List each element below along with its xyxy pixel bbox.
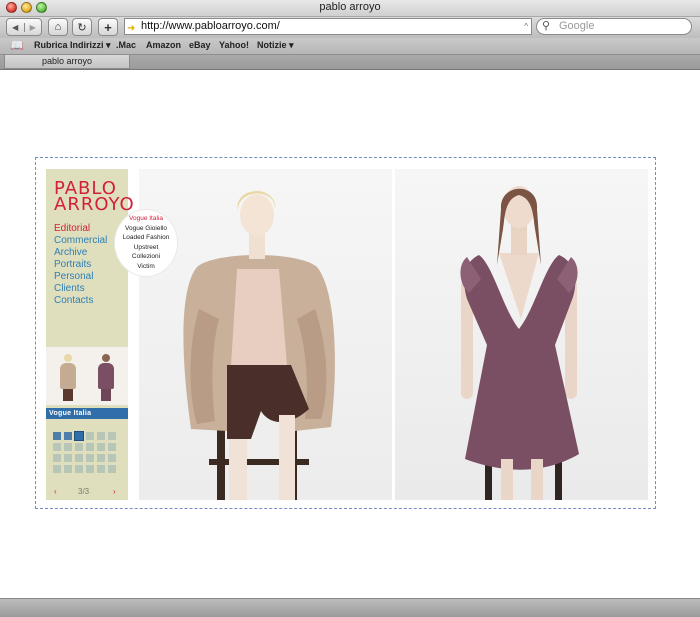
home-icon: ⌂ [54, 21, 62, 33]
grid-cell [75, 443, 83, 451]
bookmark-yahoo[interactable]: Yahoo! [219, 40, 249, 50]
grid-cell [97, 454, 105, 462]
grid-cell [64, 443, 72, 451]
browser-toolbar: ◀ ▶ ⌂ ↻ + ➜ http://www.pabloarroyo.com/ … [0, 17, 700, 38]
tab-pablo-arroyo[interactable]: pablo arroyo [4, 55, 130, 69]
bookmarks-bar: 📖 Rubrica Indirizzi ▾ .Mac Amazon eBay Y… [0, 38, 700, 55]
submenu-item-vogue-gioiello[interactable]: Vogue Gioiello [115, 224, 177, 234]
site-favicon-icon: ➜ [127, 23, 136, 34]
bookmark-notizie[interactable]: Notizie ▾ [257, 40, 294, 51]
grid-cell [53, 454, 61, 462]
submenu-item-vogue-italia[interactable]: Vogue Italia [115, 214, 177, 224]
search-placeholder: Google [559, 20, 595, 32]
submenu-item-victim[interactable]: Victim [115, 262, 177, 272]
thumbnail-purple-dress [92, 351, 120, 401]
home-button[interactable]: ⌂ [48, 18, 68, 36]
plus-icon: + [104, 19, 112, 35]
editorial-submenu: Vogue Italia Vogue Gioiello Loaded Fashi… [115, 210, 177, 276]
menu-item-commercial[interactable]: Commercial [54, 235, 107, 247]
address-text: http://www.pabloarroyo.com/ [141, 20, 280, 32]
status-bar [0, 598, 700, 617]
prev-page-button[interactable]: ‹ [54, 487, 57, 496]
search-input[interactable]: ⚲ Google [536, 18, 692, 35]
next-page-button[interactable]: › [113, 487, 116, 496]
thumbnail-fur-coat [54, 351, 82, 401]
reload-icon: ↻ [77, 21, 87, 34]
search-icon: ⚲ [542, 20, 551, 32]
bookmark-ebay[interactable]: eBay [189, 40, 211, 50]
grid-cell [86, 443, 94, 451]
book-icon[interactable]: 📖 [10, 39, 24, 52]
bookmark-mac[interactable]: .Mac [116, 40, 136, 50]
grid-cell [53, 443, 61, 451]
address-dropdown-icon[interactable]: ^ [524, 19, 528, 34]
grid-cell [108, 465, 116, 473]
grid-cell [108, 432, 116, 440]
grid-cell [86, 454, 94, 462]
back-arrow-icon[interactable]: ◀ [7, 23, 24, 32]
grid-cell [108, 454, 116, 462]
forward-arrow-icon[interactable]: ▶ [23, 22, 42, 32]
submenu-item-loaded-fashion[interactable]: Loaded Fashion [115, 233, 177, 243]
bookmark-amazon[interactable]: Amazon [146, 40, 181, 50]
grid-cell [64, 454, 72, 462]
grid-cell [75, 454, 83, 462]
site-logo[interactable]: PABLO ARROYO [54, 180, 135, 215]
gallery-thumbnail[interactable] [46, 347, 128, 405]
grid-cell [97, 432, 105, 440]
grid-cell [97, 443, 105, 451]
menu-item-clients[interactable]: Clients [54, 283, 107, 295]
photo-purple-dress [395, 169, 648, 500]
submenu-item-upstreet[interactable]: Upstreet [115, 243, 177, 253]
grid-cell [86, 465, 94, 473]
photo-purple-dress-illustration [395, 169, 648, 500]
grid-cell[interactable] [53, 432, 61, 440]
grid-cell [75, 465, 83, 473]
page-counter: 3/3 [78, 487, 90, 496]
title-bar: pablo arroyo [0, 0, 700, 17]
address-bar[interactable]: ➜ http://www.pabloarroyo.com/ ^ [124, 18, 532, 35]
menu-item-portraits[interactable]: Portraits [54, 259, 107, 271]
grid-cell [86, 432, 94, 440]
menu-item-personal[interactable]: Personal [54, 271, 107, 283]
menu-item-contacts[interactable]: Contacts [54, 295, 107, 307]
grid-cell [108, 443, 116, 451]
submenu-item-collezioni[interactable]: Collezioni [115, 252, 177, 262]
menu-item-archive[interactable]: Archive [54, 247, 107, 259]
tab-bar: pablo arroyo [0, 55, 700, 70]
bookmark-rubrica[interactable]: Rubrica Indirizzi ▾ [34, 40, 111, 51]
logo-line-2: ARROYO [54, 194, 135, 215]
window-title: pablo arroyo [319, 1, 381, 13]
grid-cell [64, 465, 72, 473]
grid-cell-current[interactable] [74, 431, 84, 441]
grid-cell [97, 465, 105, 473]
gallery-label: Vogue Italia [46, 408, 128, 419]
menu-item-editorial[interactable]: Editorial [54, 223, 107, 235]
reload-button[interactable]: ↻ [72, 18, 92, 36]
site-menu: Editorial Commercial Archive Portraits P… [54, 223, 107, 307]
add-bookmark-button[interactable]: + [98, 18, 118, 36]
grid-cell [53, 465, 61, 473]
back-forward-buttons: ◀ ▶ [6, 18, 42, 36]
grid-cell[interactable] [64, 432, 72, 440]
